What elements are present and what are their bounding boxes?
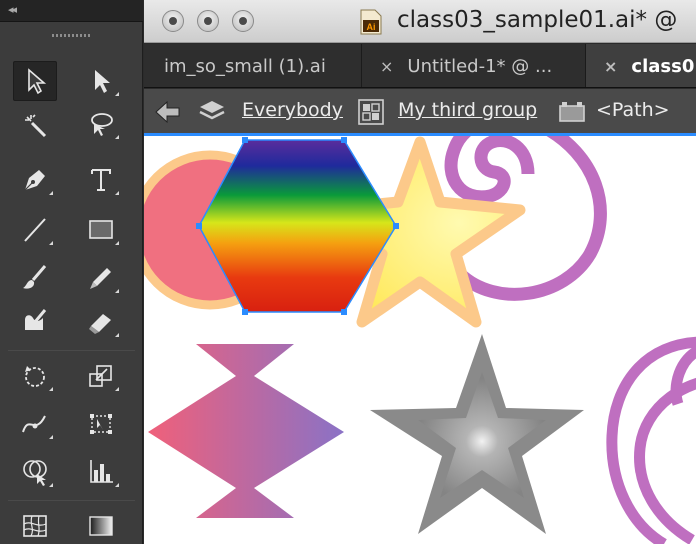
tab-label: class0	[631, 55, 695, 77]
tool-separator	[8, 500, 135, 501]
tab-label: im_so_small (1).ai	[164, 55, 326, 77]
back-arrow-icon[interactable]	[154, 99, 182, 125]
width-tool[interactable]	[13, 404, 57, 444]
group-icon	[358, 99, 384, 125]
tools-panel: ◂◂	[0, 0, 143, 544]
lasso-tool[interactable]	[79, 104, 123, 144]
isolation-mode-bar: Everybody My third group <Path>	[144, 89, 696, 136]
magic-wand-icon	[25, 114, 47, 138]
column-graph-icon	[90, 460, 113, 483]
pen-tool[interactable]	[13, 160, 57, 200]
layer-icon	[199, 101, 225, 120]
paintbrush-tool[interactable]	[13, 258, 57, 298]
rotate-icon	[25, 366, 45, 387]
minimize-window-button[interactable]	[197, 10, 219, 32]
scale-tool[interactable]	[79, 356, 123, 396]
tab-class03-sample01[interactable]: × class0	[586, 44, 696, 87]
document-tab-bar: im_so_small (1).ai × Untitled-1* @ ... ×…	[144, 44, 696, 88]
scale-icon	[89, 365, 112, 387]
pencil-tool[interactable]	[79, 258, 123, 298]
tool-separator	[8, 350, 135, 351]
collapse-panel-icon[interactable]: ◂◂	[8, 3, 17, 16]
pen-nib-icon	[24, 170, 45, 191]
eraser-icon	[89, 314, 111, 334]
type-T-icon	[91, 169, 111, 191]
tab-im-so-small[interactable]: im_so_small (1).ai	[144, 44, 362, 87]
tab-close-icon[interactable]: ×	[380, 57, 393, 76]
selection-arrow-icon	[28, 68, 47, 95]
gradient-tool[interactable]	[79, 506, 123, 544]
magic-wand-tool[interactable]	[13, 104, 57, 144]
rectangle-tool[interactable]	[79, 210, 123, 250]
lasso-icon	[91, 113, 113, 136]
illustrator-document-icon: Ai	[360, 9, 382, 35]
tab-label: Untitled-1* @ ...	[407, 55, 553, 77]
document-title: class03_sample01.ai* @	[397, 7, 678, 33]
paintbrush-icon	[23, 265, 47, 289]
window-title-bar[interactable]: Ai class03_sample01.ai* @	[144, 0, 696, 43]
breadcrumb-layer[interactable]: Everybody	[242, 99, 343, 121]
eraser-tool[interactable]	[79, 302, 123, 342]
gradient-icon	[89, 516, 113, 536]
direct-selection-arrow-icon	[95, 70, 110, 93]
breadcrumb-path: <Path>	[596, 99, 670, 121]
artboard-canvas[interactable]	[144, 136, 696, 544]
rotate-tool[interactable]	[13, 356, 57, 396]
type-tool[interactable]	[79, 160, 123, 200]
tab-untitled-1[interactable]: × Untitled-1* @ ...	[362, 44, 586, 87]
path-icon	[559, 102, 585, 122]
selection-tool[interactable]	[13, 61, 57, 101]
tab-close-icon[interactable]: ×	[604, 57, 617, 76]
purple-spiral-bottom[interactable]	[606, 336, 696, 544]
zoom-window-button[interactable]	[232, 10, 254, 32]
rectangle-icon	[89, 220, 113, 239]
direct-selection-tool[interactable]	[79, 61, 123, 101]
shape-builder-tool[interactable]	[13, 452, 57, 492]
gradient-diamond-shape[interactable]	[148, 344, 344, 518]
line-segment-tool[interactable]	[13, 210, 57, 250]
blob-brush-tool[interactable]	[13, 302, 57, 342]
line-segment-icon	[24, 218, 46, 242]
width-tool-icon	[22, 415, 46, 433]
graph-tool[interactable]	[79, 452, 123, 492]
shape-builder-icon	[23, 460, 47, 486]
blob-brush-icon	[25, 309, 47, 330]
close-window-button[interactable]	[162, 10, 184, 32]
artwork	[144, 136, 696, 544]
free-transform-icon	[90, 414, 112, 434]
breadcrumb-group[interactable]: My third group	[398, 99, 537, 121]
pencil-icon	[90, 268, 111, 289]
free-transform-tool[interactable]	[79, 404, 123, 444]
svg-text:Ai: Ai	[367, 22, 376, 32]
mesh-icon	[23, 515, 47, 537]
mesh-tool[interactable]	[13, 506, 57, 544]
tools-panel-header[interactable]: ◂◂	[0, 0, 143, 22]
panel-grip[interactable]	[52, 34, 90, 37]
